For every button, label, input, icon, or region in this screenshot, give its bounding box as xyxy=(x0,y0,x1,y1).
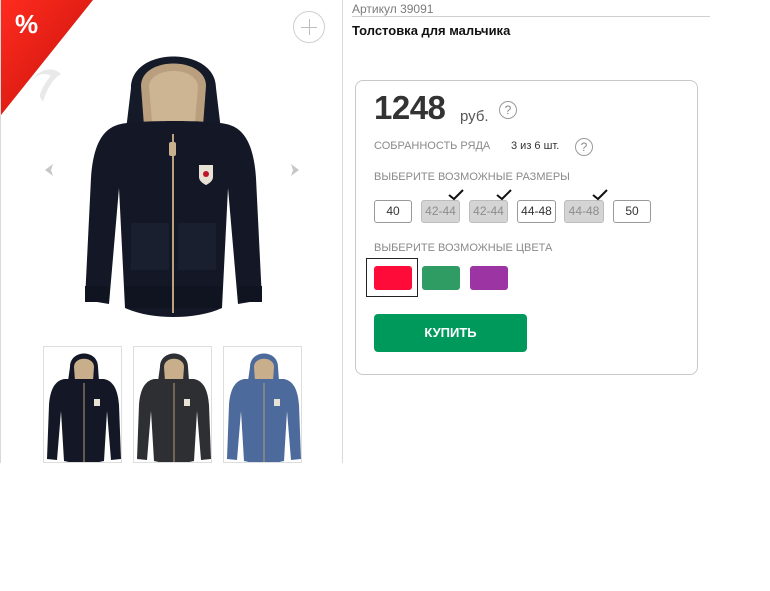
main-product-image xyxy=(85,56,262,317)
set-completeness-value: 3 из 6 шт. xyxy=(511,140,560,152)
price-help-icon[interactable]: ? xyxy=(499,101,517,119)
chevron-right-icon[interactable] xyxy=(288,163,302,177)
divider xyxy=(352,16,710,17)
size-option[interactable]: 40 xyxy=(374,200,412,223)
thumbnail-1[interactable] xyxy=(43,346,122,463)
sizes-label: ВЫБЕРИТЕ ВОЗМОЖНЫЕ РАЗМЕРЫ xyxy=(374,171,570,183)
price-currency: руб. xyxy=(460,108,489,125)
size-option[interactable]: 44-48 xyxy=(564,200,604,223)
color-swatch-green[interactable] xyxy=(422,266,460,290)
sale-badge-label: % xyxy=(15,9,38,39)
product-title: Толстовка для мальчика xyxy=(352,23,511,38)
chevron-left-icon[interactable] xyxy=(42,163,56,177)
zoom-button[interactable] xyxy=(293,11,325,43)
size-option[interactable]: 42-44 xyxy=(421,200,460,223)
size-option[interactable]: 50 xyxy=(613,200,651,223)
size-option[interactable]: 44-48 xyxy=(517,200,556,223)
checkmark-icon xyxy=(592,189,608,201)
purchase-panel: 1248 руб. ? СОБРАННОСТЬ РЯДА 3 из 6 шт. … xyxy=(355,80,698,375)
thumbnail-2[interactable] xyxy=(133,346,212,463)
price-value: 1248 xyxy=(374,89,446,126)
product-sku: Артикул 39091 xyxy=(352,2,434,16)
buy-button[interactable]: КУПИТЬ xyxy=(374,314,527,352)
color-swatch-purple[interactable] xyxy=(470,266,508,290)
size-option[interactable]: 42-44 xyxy=(469,200,508,223)
thumbnail-3[interactable] xyxy=(223,346,302,463)
colors-label: ВЫБЕРИТЕ ВОЗМОЖНЫЕ ЦВЕТА xyxy=(374,242,553,254)
product-gallery: % xyxy=(0,0,343,463)
checkmark-icon xyxy=(496,189,512,201)
color-swatch-red[interactable] xyxy=(374,266,412,290)
checkmark-icon xyxy=(448,189,464,201)
set-help-icon[interactable]: ? xyxy=(575,138,593,156)
set-completeness-label: СОБРАННОСТЬ РЯДА xyxy=(374,140,491,152)
